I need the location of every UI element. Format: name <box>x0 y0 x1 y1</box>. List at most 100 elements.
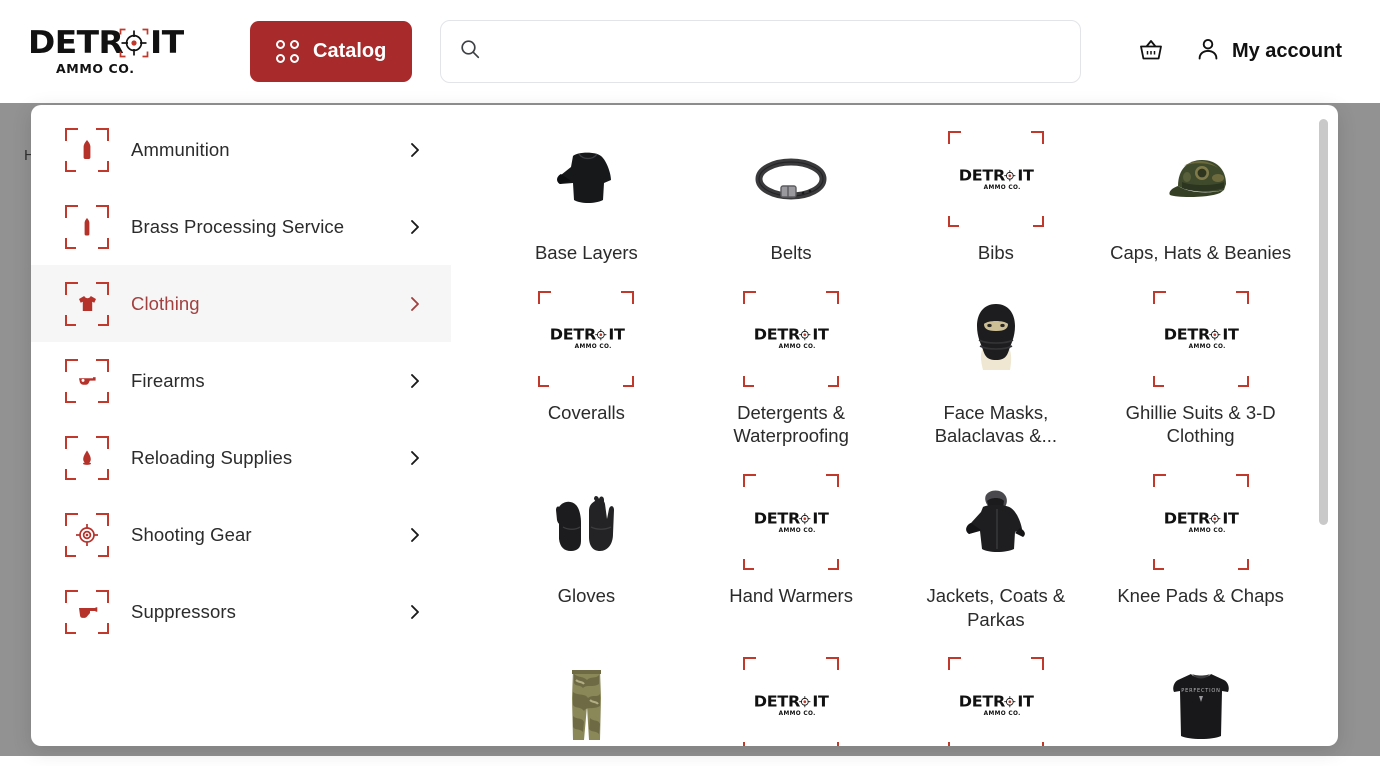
black-belt-photo <box>743 131 839 227</box>
placeholder-logo-part2: IT <box>1017 692 1035 711</box>
chevron-right-icon <box>405 448 425 468</box>
subcategory-tile[interactable]: DETR IT <box>899 657 1094 746</box>
four-dots-grid-icon <box>276 40 299 63</box>
camo-pants-photo <box>538 657 634 746</box>
sidebar-item-label: Brass Processing Service <box>131 215 345 237</box>
subcategory-tile[interactable]: Jackets, Coats & Parkas <box>899 474 1094 631</box>
placeholder-logo-part2: IT <box>1222 326 1239 344</box>
subcategory-tile[interactable]: DETR IT <box>1103 290 1298 448</box>
app-root: H DETR <box>0 0 1380 766</box>
placeholder-logo: DETR IT AMMO CO. <box>754 692 830 717</box>
detroit-ammo-logo-placeholder: DETR IT AMMO CO. <box>1152 474 1249 571</box>
page-bottom-edge <box>0 756 1380 766</box>
target-icon <box>65 512 109 557</box>
subcategory-label: Ghillie Suits & 3-D Clothing <box>1125 401 1276 447</box>
sidebar-item-ammunition[interactable]: Ammunition <box>31 111 451 188</box>
sidebar-item-label: Firearms <box>131 369 205 391</box>
person-icon <box>1195 36 1221 68</box>
placeholder-logo: DETR IT AMMO CO. <box>1164 509 1239 534</box>
black-tshirt-photo: PERFECTION <box>1153 657 1249 746</box>
search-icon <box>459 38 481 65</box>
site-header: DETR IT AMMO CO. Catalog My account <box>0 0 1380 103</box>
revolver-icon <box>65 358 109 403</box>
subcategory-tile[interactable]: DETR IT <box>694 474 889 631</box>
black-gloves-photo <box>538 474 634 570</box>
account-label: My account <box>1231 40 1342 62</box>
subcategory-tile[interactable]: DETR IT <box>694 657 889 746</box>
subcategory-tile[interactable]: DETR IT <box>899 131 1094 265</box>
subcategory-label: Bibs <box>977 242 1014 263</box>
placeholder-logo: DETR IT AMMO CO. <box>1163 326 1239 350</box>
chevron-right-icon <box>405 602 425 622</box>
subcategory-label: Coveralls <box>547 401 625 423</box>
sidebar-item-reloading-supplies[interactable]: Reloading Supplies <box>31 419 451 496</box>
sidebar-item-suppressors[interactable]: Suppressors <box>31 573 451 650</box>
sidebar-item-clothing[interactable]: Clothing <box>31 265 451 342</box>
sidebar-item-label: Clothing <box>131 292 200 314</box>
sidebar-item-brass-processing-service[interactable]: Brass Processing Service <box>31 188 451 265</box>
logo-subtitle: AMMO CO. <box>56 60 135 76</box>
placeholder-logo-part2: IT <box>1222 509 1239 527</box>
sidebar-item-shooting-gear[interactable]: Shooting Gear <box>31 496 451 573</box>
placeholder-logo-part1: DETR <box>1163 326 1210 344</box>
chevron-right-icon <box>405 525 425 545</box>
catalog-button[interactable]: Catalog <box>250 21 413 82</box>
subcategory-tile[interactable]: Pants <box>489 657 684 746</box>
subcategory-label: Hand Warmers <box>729 585 853 607</box>
primer-icon <box>65 435 109 480</box>
vertical-scrollbar[interactable] <box>1319 119 1328 731</box>
chevron-right-icon <box>405 140 425 160</box>
placeholder-logo-part2: IT <box>608 326 625 344</box>
detroit-ammo-logo-placeholder: DETR IT AMMO CO. <box>743 290 840 387</box>
subcategory-tile[interactable]: Face Masks, Balaclavas &... <box>899 291 1094 448</box>
pistol-icon <box>65 589 109 634</box>
crosshair-target-icon <box>119 28 149 58</box>
search-input[interactable] <box>493 42 1063 61</box>
subcategory-tile[interactable]: Gloves <box>489 474 684 631</box>
logo-wordmark-row: DETR IT <box>28 24 184 61</box>
logo-text-part2: IT <box>149 24 184 61</box>
subcategory-tile[interactable]: Caps, Hats & Beanies <box>1103 131 1298 265</box>
sidebar-item-label: Suppressors <box>131 600 236 622</box>
subcategory-tile[interactable]: DETR IT <box>489 290 684 448</box>
chevron-right-icon <box>405 217 425 237</box>
placeholder-logo-part1: DETR <box>958 166 1006 184</box>
black-longsleeve-shirt-photo <box>538 131 634 227</box>
subcategory-panel: Base Layers Belts DETR IT AMMO CO. Bibs … <box>451 105 1338 746</box>
detroit-ammo-logo-placeholder: DETR IT AMMO CO. <box>743 474 840 571</box>
subcategory-label: Caps, Hats & Beanies <box>1110 242 1292 263</box>
subcategory-tile[interactable]: DETR IT <box>1103 474 1298 631</box>
placeholder-logo-part2: IT <box>812 326 830 344</box>
subcategory-tile[interactable]: DETR IT <box>694 290 889 448</box>
subcategory-tile[interactable]: Belts <box>694 131 889 265</box>
placeholder-logo-part2: IT <box>812 692 830 711</box>
placeholder-logo-part1: DETR <box>549 326 596 344</box>
scrollbar-thumb[interactable] <box>1319 119 1328 525</box>
placeholder-logo-subtitle: AMMO CO. <box>983 183 1021 191</box>
placeholder-logo: DETR IT AMMO CO. <box>958 692 1035 717</box>
account-button[interactable]: My account <box>1195 36 1342 68</box>
cart-button[interactable] <box>1137 36 1165 67</box>
placeholder-logo-subtitle: AMMO CO. <box>778 710 817 717</box>
placeholder-logo-subtitle: AMMO CO. <box>983 710 1021 717</box>
catalog-mega-menu: Ammunition Brass Processing Service Clot… <box>31 105 1338 746</box>
placeholder-logo-part1: DETR <box>958 692 1006 711</box>
subcategory-tile[interactable]: PERFECTION Shirts <box>1103 657 1298 746</box>
placeholder-logo: DETR IT AMMO CO. <box>754 509 830 534</box>
detroit-ammo-logo-placeholder: DETR IT AMMO CO. <box>947 657 1044 746</box>
site-logo[interactable]: DETR IT AMMO CO. <box>28 24 206 76</box>
subcategory-tile[interactable]: Base Layers <box>489 131 684 265</box>
sidebar-item-firearms[interactable]: Firearms <box>31 342 451 419</box>
detroit-ammo-logo-placeholder: DETR IT AMMO CO. <box>743 657 840 746</box>
chevron-right-icon <box>405 371 425 391</box>
catalog-button-label: Catalog <box>313 40 387 62</box>
category-list: Ammunition Brass Processing Service Clot… <box>31 105 451 746</box>
search-bar[interactable] <box>440 20 1082 83</box>
placeholder-logo-subtitle: AMMO CO. <box>1188 343 1226 350</box>
placeholder-logo: DETR IT AMMO CO. <box>958 166 1034 191</box>
subcategory-label: Base Layers <box>534 242 638 263</box>
placeholder-logo-part1: DETR <box>754 326 801 344</box>
placeholder-logo-part2: IT <box>812 509 830 527</box>
header-actions: My account <box>1137 36 1350 68</box>
detroit-ammo-logo-placeholder: DETR IT AMMO CO. <box>538 290 635 387</box>
